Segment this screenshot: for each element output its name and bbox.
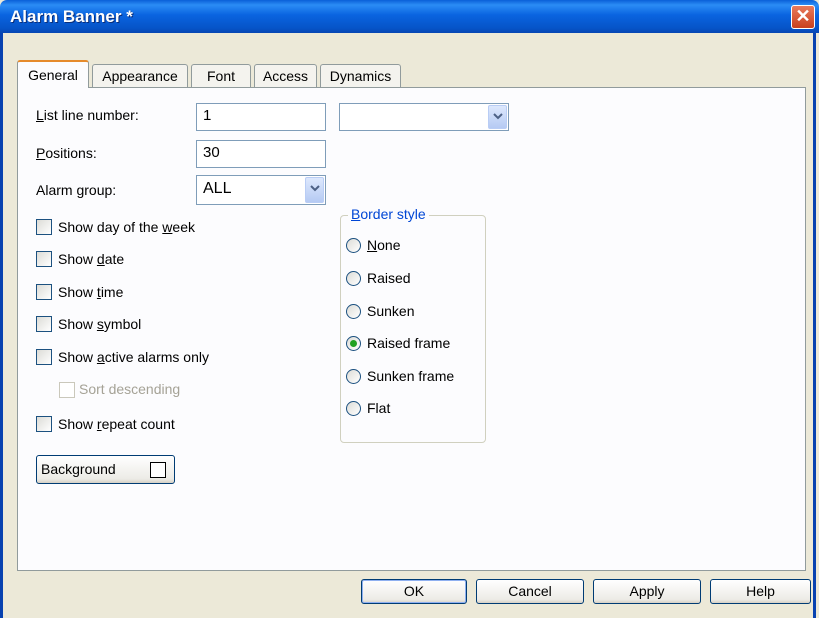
show-symbol-checkbox[interactable] <box>36 316 52 332</box>
sort-descending-label: Sort descending <box>79 381 181 397</box>
background-button-label: Background <box>41 461 116 477</box>
chevron-down-icon[interactable] <box>305 177 324 203</box>
show-repeat-count-label: Show repeat count <box>58 416 175 432</box>
background-color-swatch <box>150 462 166 478</box>
border-raised-frame-radio[interactable] <box>346 336 361 351</box>
show-symbol-label: Show symbol <box>58 316 142 332</box>
border-none-label: None <box>367 237 401 253</box>
border-raised-radio[interactable] <box>346 271 361 286</box>
positions-input[interactable]: 30 <box>196 140 326 168</box>
show-time-label: Show time <box>58 284 124 300</box>
border-raised-label: Raised <box>367 270 411 286</box>
close-icon[interactable]: ✕ <box>791 5 815 29</box>
apply-button[interactable]: Apply <box>593 579 701 604</box>
border-style-group <box>340 215 486 443</box>
sort-descending-checkbox <box>59 382 75 398</box>
border-sunken-frame-radio[interactable] <box>346 369 361 384</box>
tab-general[interactable]: General <box>17 60 89 88</box>
tab-access[interactable]: Access <box>254 64 317 87</box>
title-bar: Alarm Banner * ✕ <box>0 0 819 33</box>
border-raised-frame-label: Raised frame <box>367 335 451 351</box>
show-date-label: Show date <box>58 251 125 267</box>
tab-font[interactable]: Font <box>191 64 251 87</box>
show-time-checkbox[interactable] <box>36 284 52 300</box>
list-line-extra-select[interactable] <box>339 103 509 131</box>
show-day-of-week-label: Show day of the week <box>58 219 195 235</box>
ok-button[interactable]: OK <box>361 579 467 604</box>
background-button[interactable]: Background <box>36 455 175 484</box>
border-flat-label: Flat <box>367 400 391 416</box>
border-none-radio[interactable] <box>346 238 361 253</box>
list-line-number-label: List line number: <box>36 107 139 123</box>
help-button[interactable]: Help <box>710 579 811 604</box>
show-date-checkbox[interactable] <box>36 251 52 267</box>
radio-selected-dot <box>350 340 357 347</box>
show-active-alarms-only-label: Show active alarms only <box>58 349 209 365</box>
cancel-button[interactable]: Cancel <box>476 579 584 604</box>
border-sunken-radio[interactable] <box>346 304 361 319</box>
alarm-group-value: ALL <box>203 180 232 197</box>
positions-label: Positions: <box>36 145 97 161</box>
tab-dynamics[interactable]: Dynamics <box>320 64 401 87</box>
list-line-number-input[interactable]: 1 <box>196 103 326 131</box>
chevron-down-icon[interactable] <box>488 105 507 129</box>
show-active-alarms-only-checkbox[interactable] <box>36 349 52 365</box>
border-flat-radio[interactable] <box>346 401 361 416</box>
alarm-group-select[interactable]: ALL <box>196 175 326 205</box>
tab-appearance[interactable]: Appearance <box>92 64 188 87</box>
show-day-of-week-checkbox[interactable] <box>36 219 52 235</box>
border-sunken-frame-label: Sunken frame <box>367 368 455 384</box>
window-title: Alarm Banner * <box>10 7 133 26</box>
border-sunken-label: Sunken <box>367 303 415 319</box>
show-repeat-count-checkbox[interactable] <box>36 416 52 432</box>
alarm-group-label: Alarm group: <box>36 182 117 198</box>
border-style-title: Border style <box>348 206 429 222</box>
